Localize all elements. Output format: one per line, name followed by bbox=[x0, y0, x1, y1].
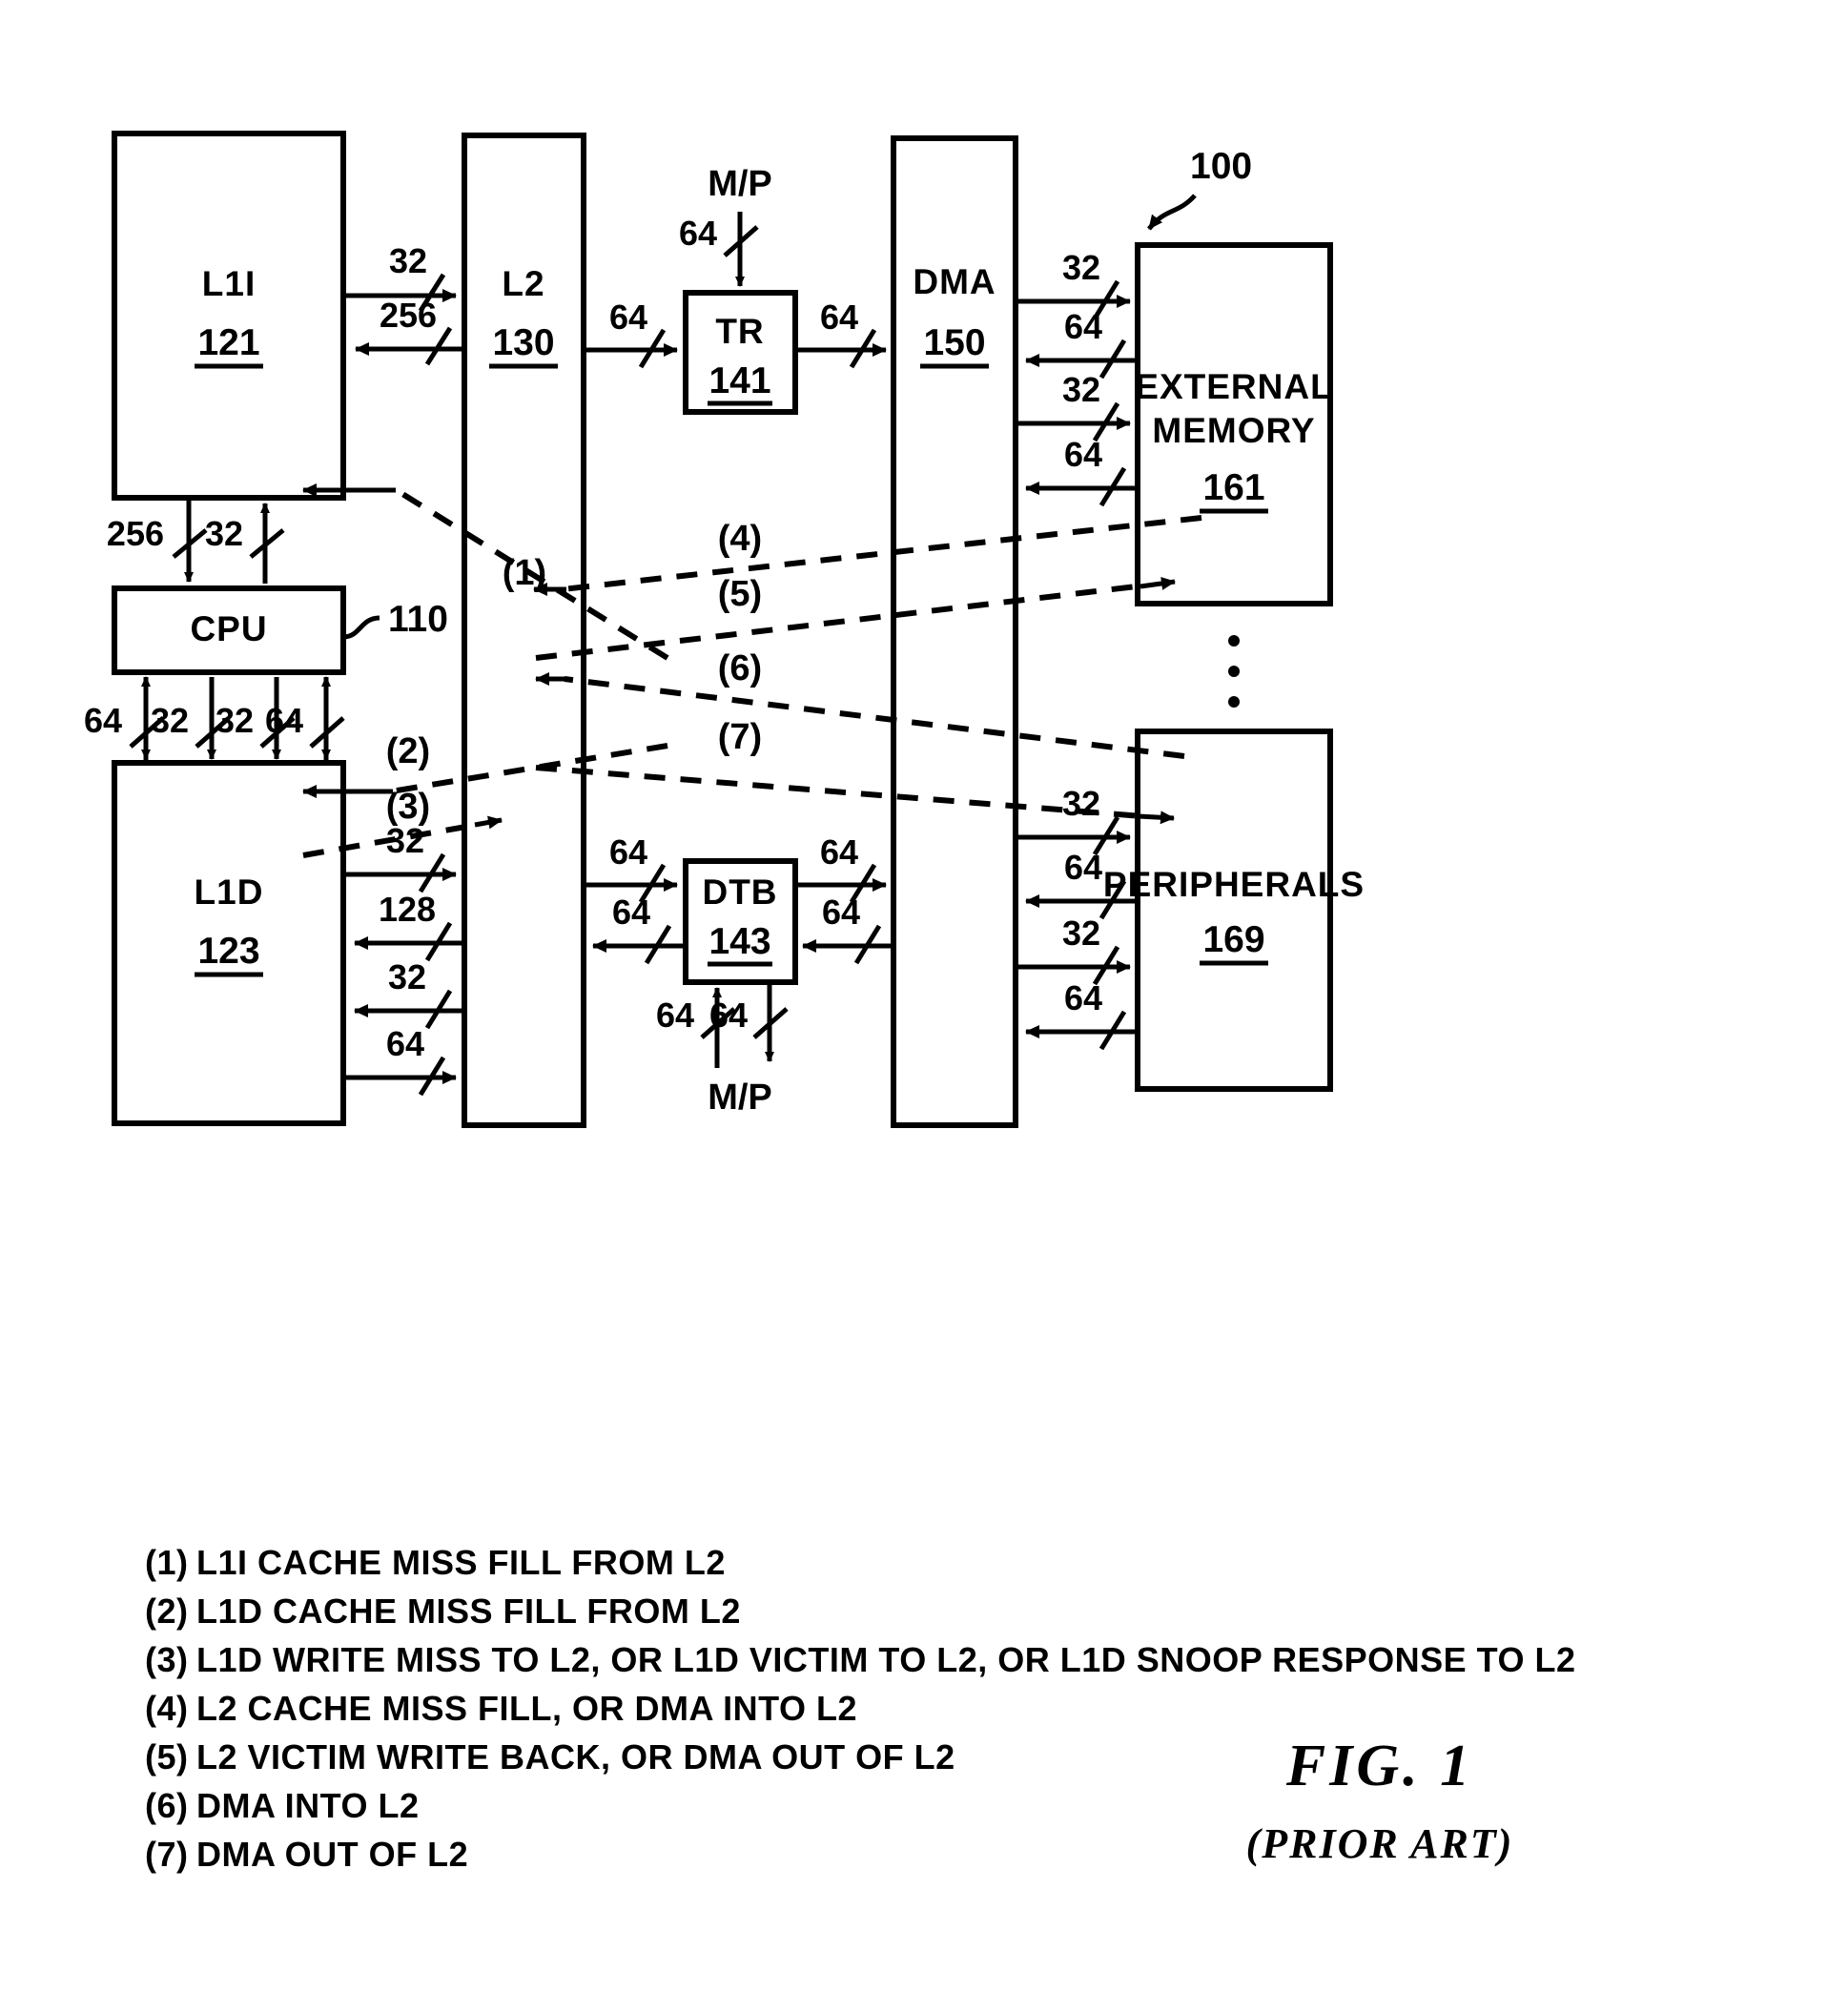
flow-2-dashed-line bbox=[390, 743, 668, 794]
buswidth-cpu-l1d-3: 32 bbox=[216, 701, 254, 740]
legend-num-1: (2) bbox=[145, 1592, 189, 1631]
block-dma-label: DMA bbox=[913, 262, 996, 301]
buswidth-l1i-to-cpu: 256 bbox=[107, 514, 164, 553]
buswidth-cpu-l1d-2: 32 bbox=[151, 701, 189, 740]
flow-tag-7: (7) bbox=[718, 717, 762, 757]
buswidth-mp-dtb-out: 64 bbox=[709, 996, 748, 1035]
port-mp-bottom-label: M/P bbox=[708, 1078, 772, 1118]
legend-text-1: L1D CACHE MISS FILL FROM L2 bbox=[196, 1592, 741, 1631]
figure-canvas: L1I 121 L2 130 TR 141 DMA 150 EXTERNAL M… bbox=[84, 131, 1576, 1874]
legend-text-0: L1I CACHE MISS FILL FROM L2 bbox=[196, 1543, 726, 1582]
flow-4-dashed-line bbox=[562, 515, 1202, 592]
block-l2-ref: 130 bbox=[492, 322, 554, 363]
block-peripherals-label: PERIPHERALS bbox=[1103, 865, 1365, 904]
flow-7-arrow bbox=[1138, 811, 1175, 825]
buswidth-dtb-to-l2: 64 bbox=[612, 893, 650, 932]
buswidth-dma-to-periph-b: 32 bbox=[1062, 914, 1100, 953]
buswidth-cpu-l1d-1: 64 bbox=[84, 701, 122, 740]
system-ref-leader-arrow bbox=[1147, 194, 1197, 231]
buswidth-dma-to-dtb: 64 bbox=[822, 893, 860, 932]
block-tr-ref: 141 bbox=[708, 360, 770, 401]
buswidth-l2-to-l1d-a: 128 bbox=[379, 890, 436, 929]
block-external-memory-label-line1: EXTERNAL bbox=[1135, 367, 1332, 406]
legend-num-4: (5) bbox=[145, 1737, 189, 1776]
buswidth-cpu-l1d-4: 64 bbox=[265, 701, 303, 740]
flow-7-dashed-line bbox=[535, 765, 1143, 819]
figure-sublabel: (PRIOR ART) bbox=[1246, 1820, 1514, 1867]
legend-num-6: (7) bbox=[145, 1835, 189, 1874]
block-cpu-label: CPU bbox=[190, 609, 267, 648]
patent-figure-1: L1I 121 L2 130 TR 141 DMA 150 EXTERNAL M… bbox=[0, 0, 1848, 1992]
legend-text-3: L2 CACHE MISS FILL, OR DMA INTO L2 bbox=[196, 1689, 857, 1728]
ellipsis-dot-1 bbox=[1228, 635, 1240, 647]
buswidth-extmem-to-dma-a: 64 bbox=[1064, 307, 1102, 346]
buswidth-l2-to-l1d-b: 32 bbox=[388, 957, 426, 996]
block-dtb-label: DTB bbox=[702, 873, 777, 912]
block-cpu-ref: 110 bbox=[388, 599, 448, 640]
buswidth-dma-to-periph-a: 32 bbox=[1062, 784, 1100, 823]
buswidth-mp-to-tr: 64 bbox=[679, 214, 717, 253]
block-external-memory-label-line2: MEMORY bbox=[1152, 411, 1315, 450]
legend-num-5: (6) bbox=[145, 1786, 189, 1825]
legend-num-0: (1) bbox=[145, 1543, 189, 1582]
block-peripherals bbox=[1135, 729, 1333, 1092]
block-l2-label: L2 bbox=[502, 264, 544, 303]
block-l1d-label: L1D bbox=[195, 873, 264, 912]
flow-tag-5: (5) bbox=[718, 574, 762, 614]
flow-3-arrow bbox=[474, 815, 503, 830]
buswidth-extmem-to-dma-b: 64 bbox=[1064, 435, 1102, 474]
block-external-memory-ref: 161 bbox=[1202, 467, 1264, 508]
buswidth-l2-to-dtb: 64 bbox=[609, 832, 647, 872]
buswidth-dma-to-extmem-b: 32 bbox=[1062, 370, 1100, 409]
buswidth-l1d-to-l2-b: 64 bbox=[386, 1024, 424, 1063]
cpu-leader-line bbox=[342, 615, 380, 640]
ellipsis-dot-2 bbox=[1228, 666, 1240, 677]
ellipsis-dot-3 bbox=[1228, 696, 1240, 708]
legend-text-5: DMA INTO L2 bbox=[196, 1786, 420, 1825]
port-mp-top-label: M/P bbox=[708, 164, 772, 204]
block-l1i bbox=[112, 131, 346, 501]
block-peripherals-ref: 169 bbox=[1202, 919, 1264, 960]
legend-num-3: (4) bbox=[145, 1689, 189, 1728]
system-ref-100: 100 bbox=[1190, 146, 1252, 187]
buswidth-mp-dtb-in: 64 bbox=[656, 996, 694, 1035]
legend-text-4: L2 VICTIM WRITE BACK, OR DMA OUT OF L2 bbox=[196, 1737, 955, 1776]
flow-5-dashed-line bbox=[535, 583, 1145, 661]
flow-tag-4: (4) bbox=[718, 519, 762, 559]
block-l1i-label: L1I bbox=[202, 264, 256, 303]
buswidth-dtb-to-dma: 64 bbox=[820, 832, 858, 872]
block-l1i-ref: 121 bbox=[197, 322, 259, 363]
buswidth-l1d-to-l2-a: 32 bbox=[386, 821, 424, 860]
figure-label: FIG. 1 bbox=[1285, 1734, 1473, 1798]
buswidth-l2-to-l1i: 256 bbox=[380, 296, 437, 335]
buswidth-l2-to-tr: 64 bbox=[609, 298, 647, 337]
legend-text-2: L1D WRITE MISS TO L2, OR L1D VICTIM TO L… bbox=[196, 1640, 1576, 1679]
buswidth-l1i-to-l2: 32 bbox=[389, 241, 427, 280]
block-l1d-ref: 123 bbox=[197, 931, 259, 972]
block-dma-ref: 150 bbox=[923, 322, 985, 363]
buswidth-periph-to-dma-a: 64 bbox=[1064, 848, 1102, 887]
buswidth-tr-to-dma: 64 bbox=[820, 298, 858, 337]
legend-text-6: DMA OUT OF L2 bbox=[196, 1835, 468, 1874]
buswidth-dma-to-extmem-a: 32 bbox=[1062, 248, 1100, 287]
legend-num-2: (3) bbox=[145, 1640, 189, 1679]
block-tr-label: TR bbox=[715, 312, 764, 351]
flow-5-arrow bbox=[1140, 576, 1176, 590]
buswidth-periph-to-dma-b: 64 bbox=[1064, 978, 1102, 1017]
flow-tag-6: (6) bbox=[718, 648, 762, 688]
flow-tag-2: (2) bbox=[386, 731, 430, 771]
block-dtb-ref: 143 bbox=[708, 921, 770, 962]
buswidth-cpu-to-l1i: 32 bbox=[205, 514, 243, 553]
